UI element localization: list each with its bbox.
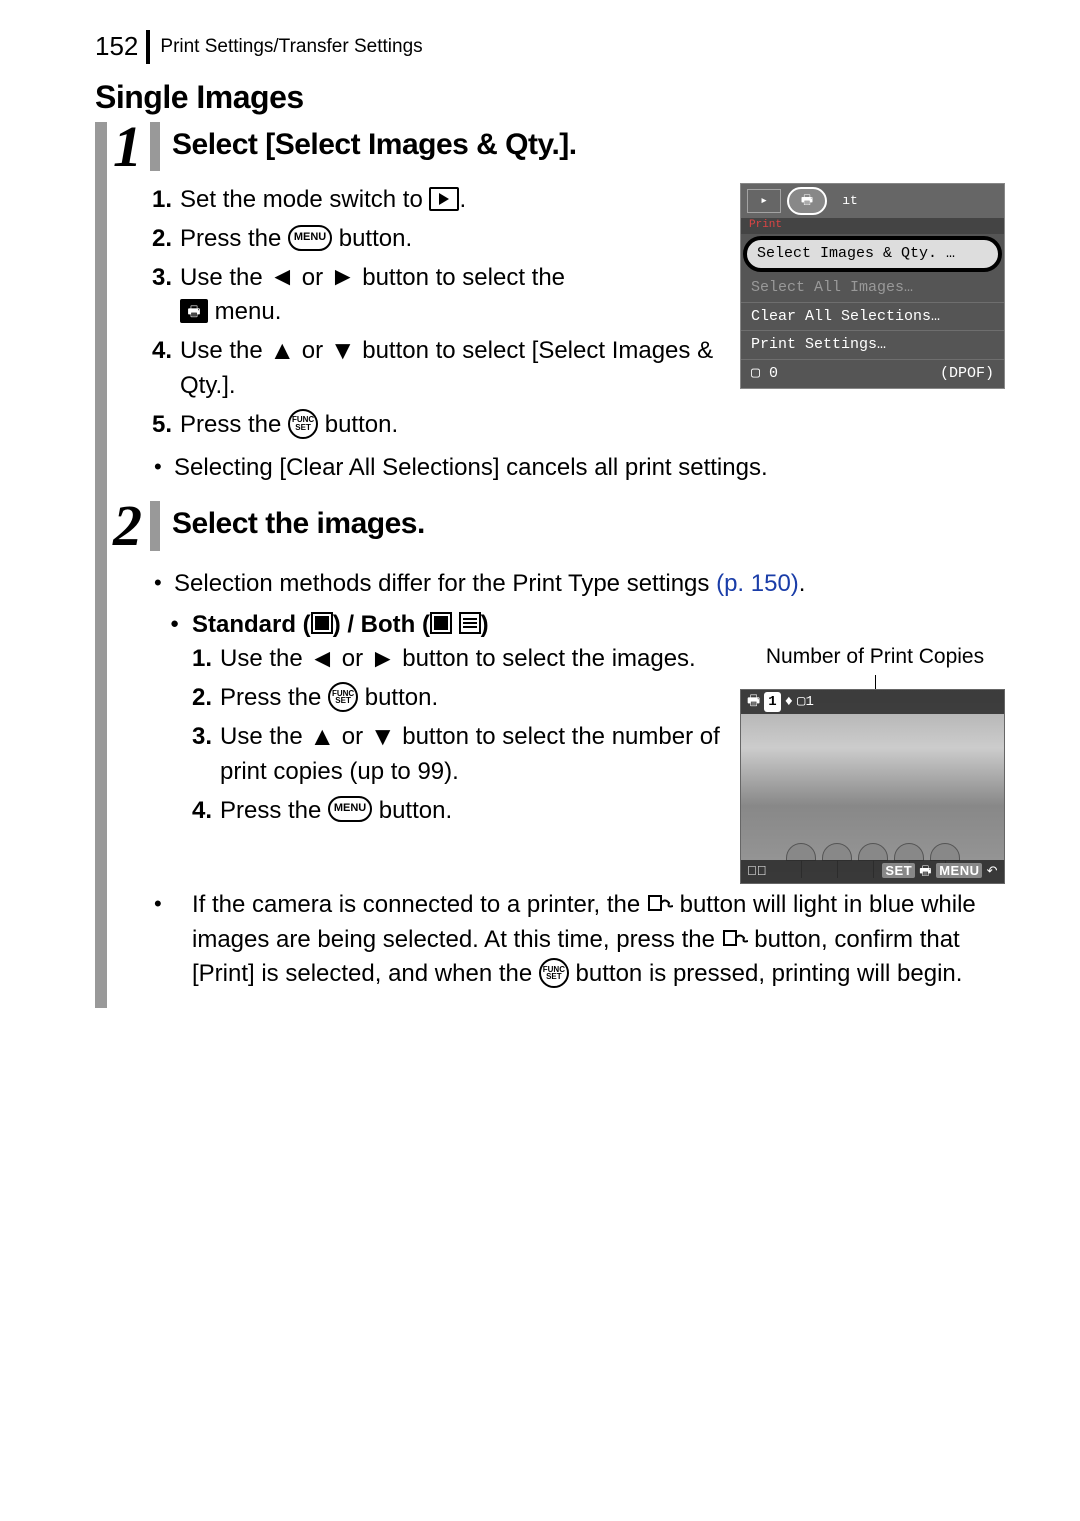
func-set-button-icon	[288, 409, 318, 439]
func-set-button-icon	[539, 958, 569, 988]
caption: Number of Print Copies	[740, 642, 1010, 672]
left-arrow-icon: ◄	[269, 263, 295, 289]
step-title: Select the images.	[160, 501, 425, 550]
menu-button-icon: MENU	[328, 796, 372, 822]
menu-button-icon: MENU	[288, 225, 332, 251]
step-2: 2 Select the images. Selection methods d…	[95, 501, 1010, 1008]
tab-playback-icon: ▸	[747, 189, 781, 213]
note: Selection methods differ for the Print T…	[152, 567, 1010, 602]
camera-preview-screenshot: 🖶 1 ♦ ▢1 ◀⃞ SET 🖶	[740, 689, 1005, 884]
print-icon: 🖶	[919, 863, 932, 878]
standard-icon	[430, 612, 452, 634]
down-arrow-icon: ▼	[330, 337, 356, 363]
mode-heading: Standard () / Both ( )	[152, 608, 1010, 643]
back-icon: ↶	[987, 863, 998, 878]
tab-tools-icon: ıt	[833, 189, 867, 213]
note: If the camera is connected to a printer,…	[152, 888, 1010, 992]
step-number: 1	[107, 122, 160, 171]
index-icon	[459, 612, 481, 634]
print-icon: 🖶	[747, 692, 760, 712]
func-set-button-icon	[328, 682, 358, 712]
right-arrow-icon: ►	[370, 645, 396, 671]
up-arrow-icon: ▲	[309, 723, 335, 749]
instruction: Press the MENU button.	[192, 794, 725, 829]
menu-selected-item: Select Images & Qty. …	[743, 236, 1002, 272]
up-down-icon: ♦	[785, 692, 793, 712]
instruction: Set the mode switch to .	[152, 183, 725, 218]
instruction: Press the button.	[192, 681, 725, 716]
section-title: Single Images	[95, 79, 1010, 116]
standard-icon	[311, 612, 333, 634]
index-count: ▢1	[797, 692, 814, 712]
playback-icon	[429, 187, 459, 211]
set-label: SET	[882, 863, 915, 878]
menu-item: Select All Images…	[741, 274, 1004, 303]
step-number: 2	[107, 501, 160, 550]
page-number: 152	[95, 30, 150, 64]
instruction: Use the ◄ or ► button to select the imag…	[192, 642, 725, 677]
caption-pointer	[740, 675, 1010, 689]
page-header: 152 Print Settings/Transfer Settings	[95, 30, 1010, 64]
nav-icon: ◀⃞	[747, 862, 767, 881]
instruction: Use the ▲ or ▼ button to select the numb…	[192, 720, 725, 790]
copies-count: 1	[764, 692, 780, 712]
print-link-icon	[722, 927, 748, 949]
menu-count: ▢ 0	[751, 363, 778, 385]
camera-menu-screenshot: ▸ 🖶 ıt Print Select Images & Qty. … Sele…	[740, 183, 1005, 389]
step-title: Select [Select Images & Qty.].	[160, 122, 577, 171]
page-link[interactable]: (p. 150)	[716, 570, 799, 597]
down-arrow-icon: ▼	[370, 723, 396, 749]
menu-dpof: (DPOF)	[940, 363, 994, 385]
step-1: 1 Select [Select Images & Qty.]. Set the…	[95, 122, 1010, 502]
note: Selecting [Clear All Selections] cancels…	[152, 451, 1010, 486]
instruction: Press the MENU button.	[152, 222, 725, 257]
instruction: Use the ◄ or ► button to select the menu…	[152, 261, 725, 331]
right-arrow-icon: ►	[330, 263, 356, 289]
instruction: Use the ▲ or ▼ button to select [Select …	[152, 334, 725, 404]
menu-label: MENU	[936, 863, 982, 878]
breadcrumb: Print Settings/Transfer Settings	[150, 36, 422, 58]
print-menu-icon	[180, 299, 208, 323]
left-arrow-icon: ◄	[309, 645, 335, 671]
up-arrow-icon: ▲	[269, 337, 295, 363]
menu-item: Clear All Selections…	[741, 303, 1004, 332]
instruction: Press the button.	[152, 408, 725, 443]
print-link-icon	[647, 892, 673, 914]
tab-print-icon: 🖶	[787, 187, 827, 215]
menu-item: Print Settings…	[741, 331, 1004, 360]
menu-label: Print	[741, 218, 1004, 234]
